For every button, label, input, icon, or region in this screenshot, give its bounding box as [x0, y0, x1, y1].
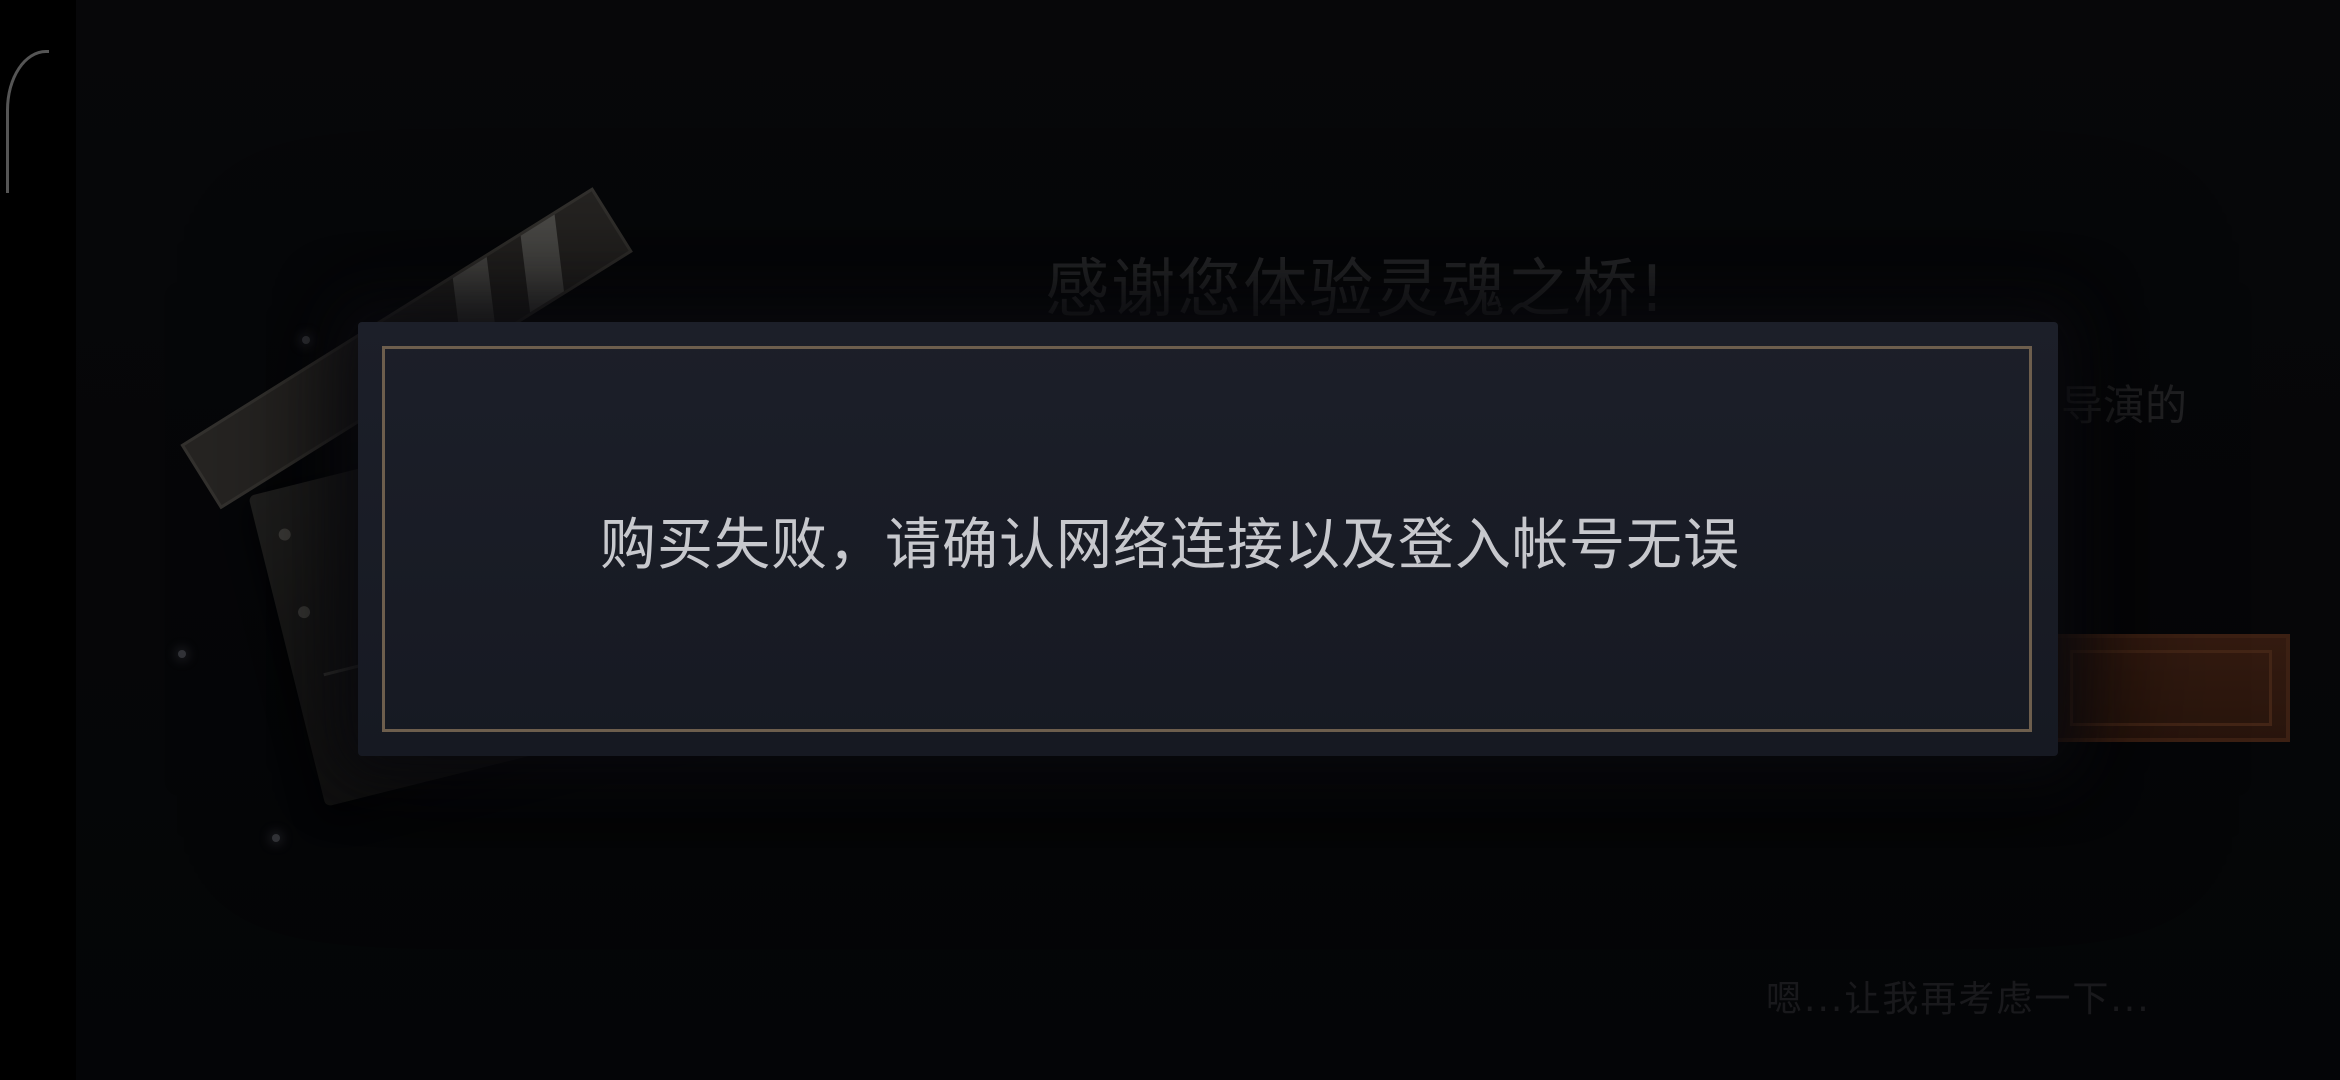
screen: 感谢您体验灵魂之桥! 导演的 嗯...让我再考虑一下... 购买失败，请确认网络…	[0, 0, 2340, 1080]
edge-swipe-indicator	[6, 50, 49, 193]
dialog-message: 购买失败，请确认网络连接以及登入帐号无误	[600, 513, 1740, 578]
